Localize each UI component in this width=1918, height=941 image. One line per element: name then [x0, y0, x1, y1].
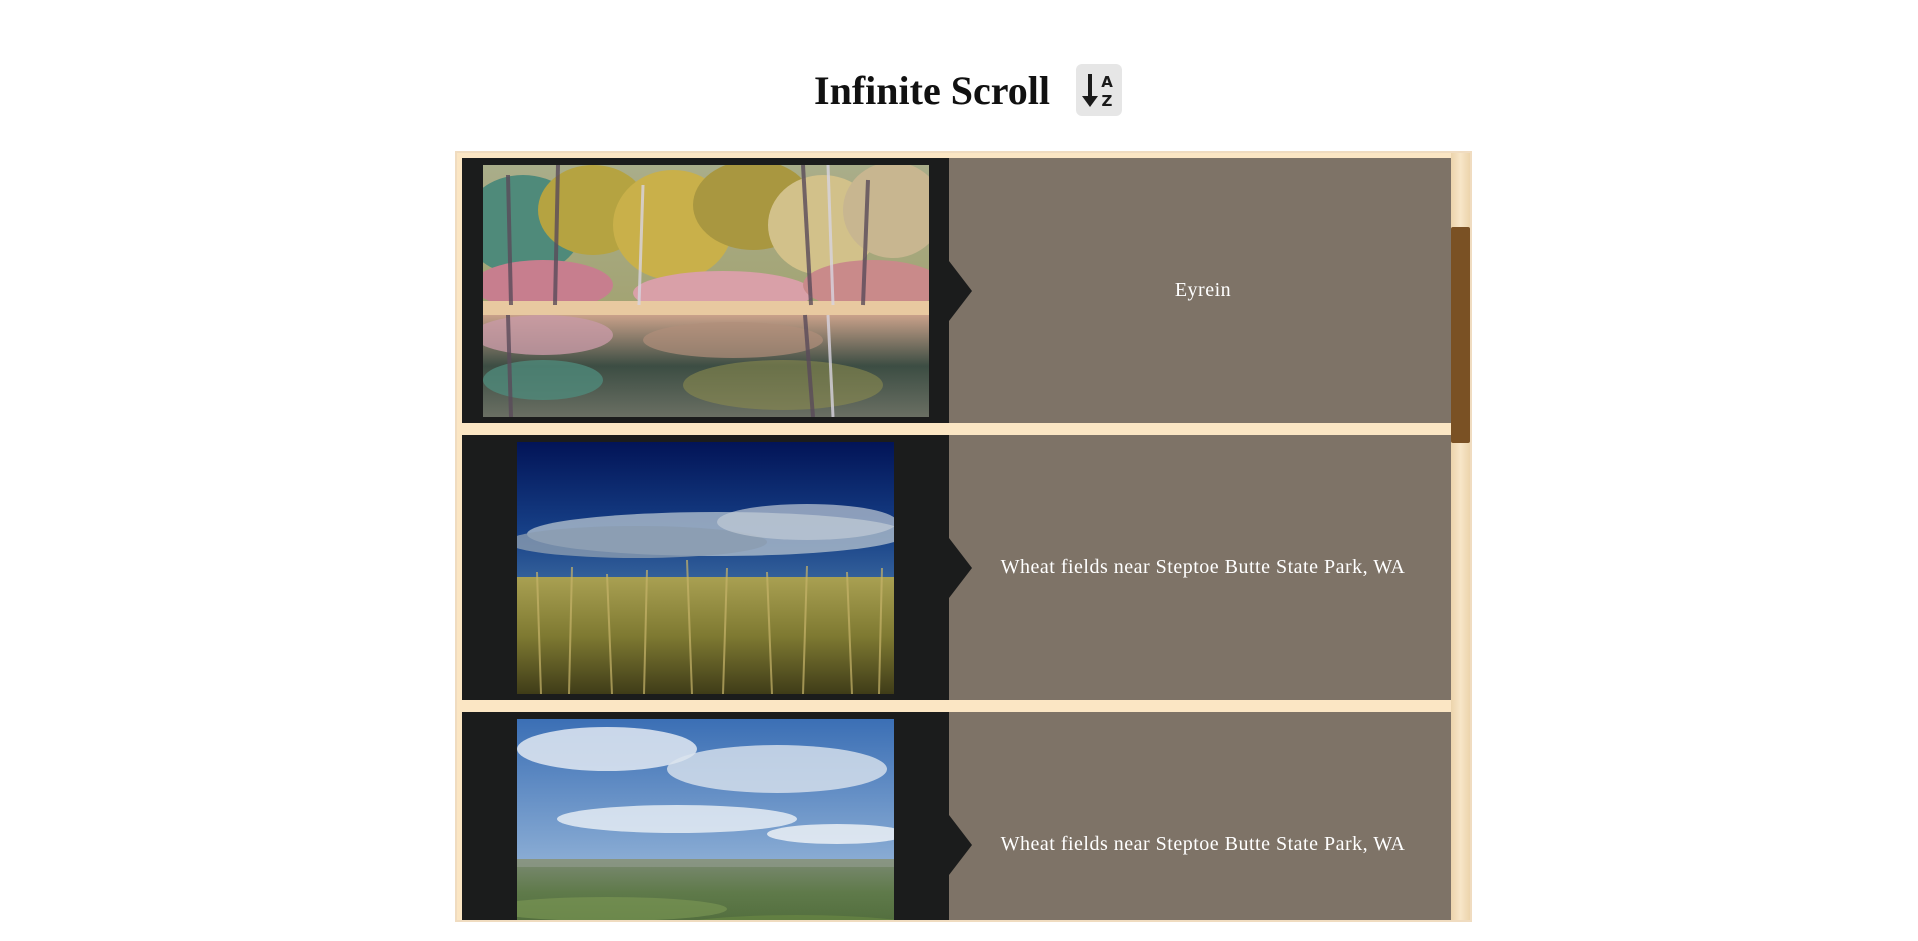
photo-wheat-field	[517, 441, 894, 694]
sort-button[interactable]: A Z	[1075, 64, 1122, 116]
scrollbar-thumb[interactable]	[1451, 227, 1470, 443]
photo-palouse-landscape	[517, 718, 894, 920]
photo-frame	[462, 435, 949, 700]
photo-frame	[462, 712, 949, 920]
item-caption: Wheat fields near Steptoe Butte State Pa…	[949, 435, 1457, 700]
scrollbar[interactable]	[1451, 153, 1470, 920]
page-header: Infinite Scroll A Z	[0, 62, 1918, 118]
list-item[interactable]: Wheat fields near Steptoe Butte State Pa…	[462, 712, 1457, 920]
infinite-scroll-feed[interactable]: Eyrein Wheat fields near Steptoe Butte S…	[455, 151, 1472, 922]
list-item[interactable]: Wheat fields near Steptoe Butte State Pa…	[462, 435, 1457, 700]
svg-text:A: A	[1101, 73, 1113, 91]
page-title: Infinite Scroll	[814, 67, 1050, 113]
sort-alpha-down-icon: A Z	[1081, 73, 1113, 110]
item-caption: Eyrein	[949, 158, 1457, 423]
svg-text:Z: Z	[1102, 92, 1113, 110]
photo-autumn-forest-reflection	[482, 164, 929, 417]
list-item[interactable]: Eyrein	[462, 158, 1457, 423]
item-caption: Wheat fields near Steptoe Butte State Pa…	[949, 712, 1457, 920]
photo-frame	[462, 158, 949, 423]
